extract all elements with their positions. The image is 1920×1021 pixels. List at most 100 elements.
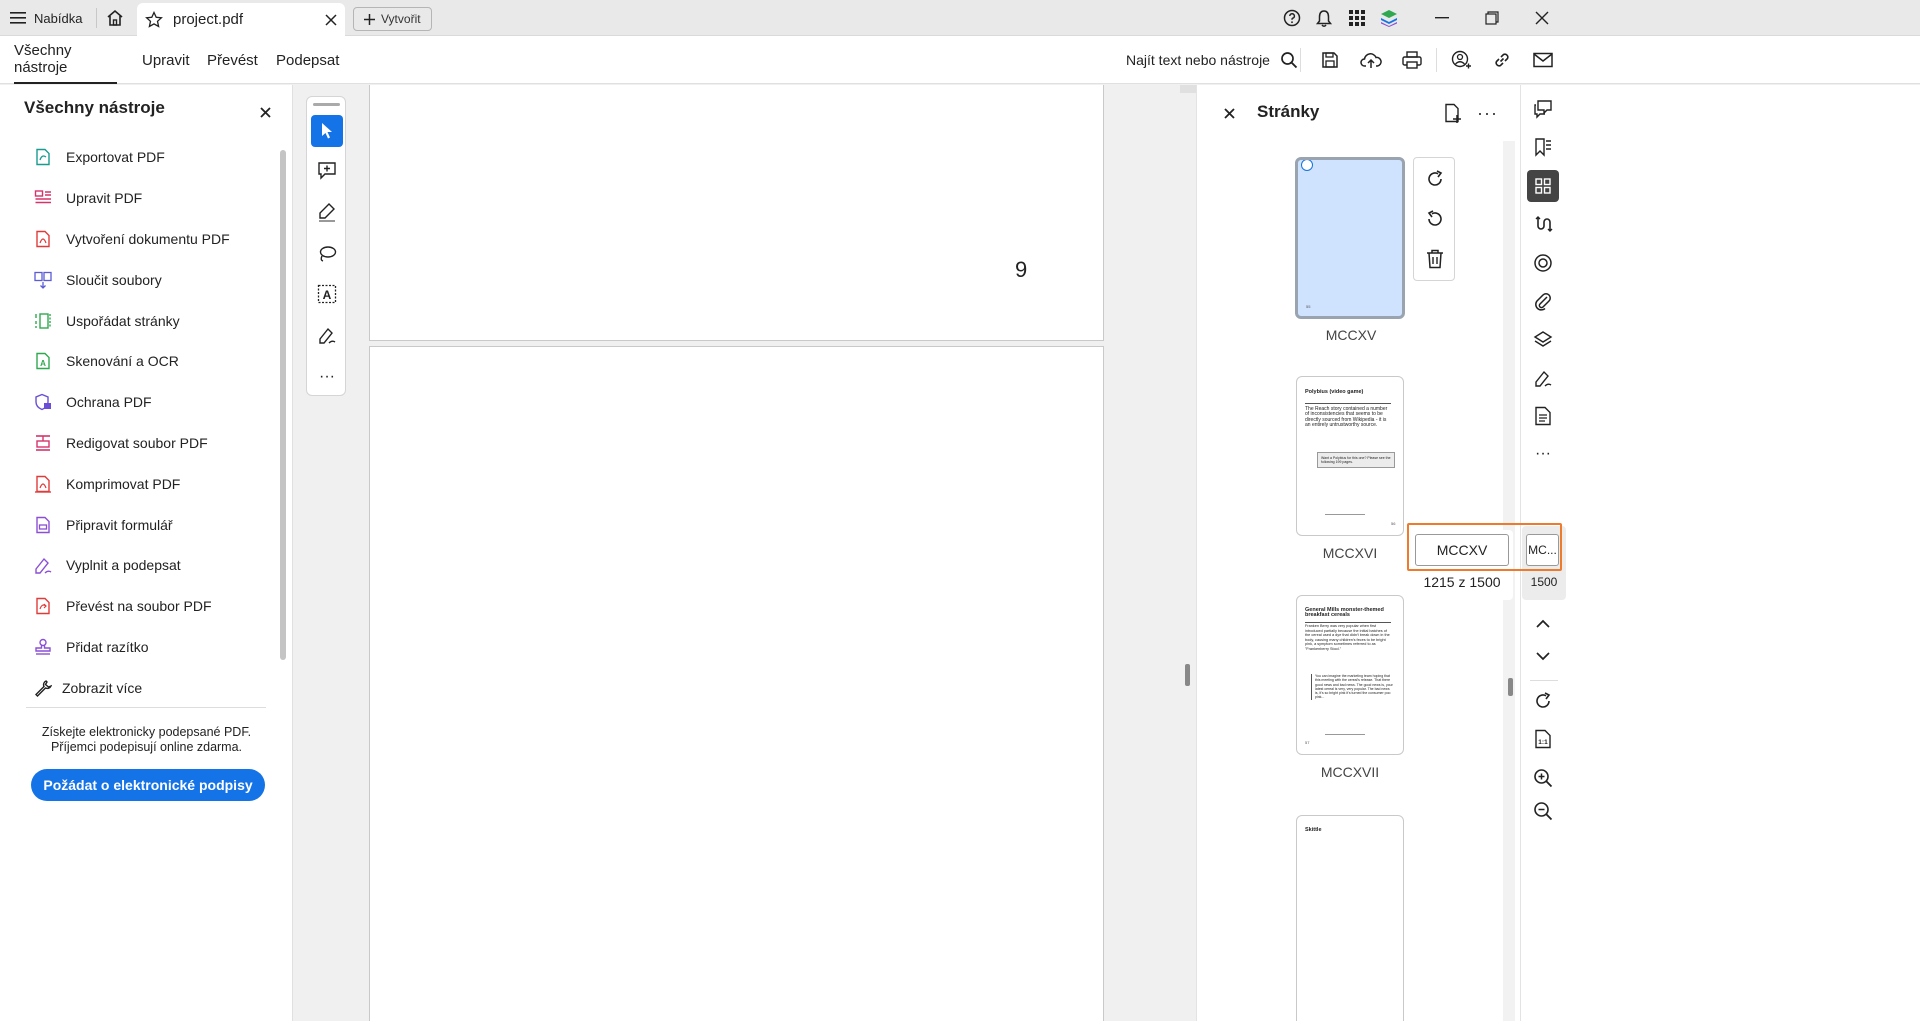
- page-thumbnails-icon[interactable]: [1527, 170, 1559, 202]
- page-thumbnail-selected[interactable]: 55: [1295, 157, 1405, 319]
- tab-all-tools[interactable]: Všechny nástroje: [14, 36, 117, 84]
- tool-item-combine-files[interactable]: Sloučit soubory: [0, 259, 282, 300]
- next-page-icon[interactable]: [1527, 640, 1559, 672]
- minimize-button[interactable]: [1418, 0, 1466, 36]
- tab-sign[interactable]: Podepsat: [276, 36, 339, 84]
- page-thumbnail[interactable]: Polybius (video game) The Reach story co…: [1296, 376, 1404, 536]
- tool-item-export-pdf[interactable]: Exportovat PDF: [0, 137, 282, 178]
- tool-item-fill-sign[interactable]: Vyplnit a podepsat: [0, 545, 282, 586]
- tool-item-redact-pdf[interactable]: Redigovat soubor PDF: [0, 423, 282, 464]
- tool-item-label: Uspořádat stránky: [66, 312, 180, 329]
- target-icon[interactable]: [1527, 247, 1559, 279]
- promo-line-2: Příjemci podepisují online zdarma.: [50, 740, 243, 754]
- more-rail-options-icon[interactable]: ···: [1527, 438, 1559, 470]
- tool-item-organize-pages[interactable]: Uspořádat stránky: [0, 300, 282, 341]
- tool-item-convert-pdf[interactable]: Převést na soubor PDF: [0, 586, 282, 627]
- zoom-in-icon[interactable]: [1527, 762, 1559, 794]
- page-number-input[interactable]: MCCXV: [1415, 534, 1509, 566]
- compress-pdf-icon: [34, 475, 52, 493]
- drag-handle[interactable]: [313, 103, 340, 106]
- bookmarks-icon[interactable]: [1527, 131, 1559, 163]
- tool-item-scan-ocr[interactable]: A Skenování a OCR: [0, 341, 282, 382]
- compare-icon[interactable]: [1527, 208, 1559, 240]
- tool-item-edit-pdf[interactable]: Upravit PDF: [0, 178, 282, 219]
- tool-item-wrench[interactable]: Zobrazit více: [0, 667, 282, 708]
- email-icon[interactable]: [1532, 49, 1554, 71]
- document-scrollbar-thumb[interactable]: [1185, 664, 1190, 686]
- layers-app-icon[interactable]: [1379, 8, 1399, 28]
- promo-text: Získejte elektronicky podepsané PDF. Pří…: [0, 725, 293, 755]
- pages-more-options-icon[interactable]: ···: [1477, 103, 1498, 124]
- more-tools-icon[interactable]: ···: [311, 361, 343, 393]
- tool-item-protect-pdf[interactable]: Ochrana PDF: [0, 382, 282, 423]
- rotate-view-icon[interactable]: [1527, 685, 1559, 717]
- tab-edit[interactable]: Upravit: [142, 36, 190, 84]
- pages-scrollbar-thumb[interactable]: [1508, 678, 1513, 696]
- previous-page-icon[interactable]: [1527, 607, 1559, 639]
- tool-item-prepare-form[interactable]: Připravit formulář: [0, 504, 282, 545]
- highlight-tool-button[interactable]: [311, 196, 343, 228]
- menu-button[interactable]: Nabídka: [10, 0, 82, 36]
- close-tab-icon[interactable]: [325, 13, 337, 26]
- close-tools-panel-icon[interactable]: [255, 102, 275, 122]
- request-esignatures-button[interactable]: Požádat o elektronické podpisy: [31, 769, 265, 801]
- page-thumbnail[interactable]: Skittle: [1296, 815, 1404, 1021]
- attachment-icon[interactable]: [1527, 285, 1559, 317]
- fill-sign-pen-icon[interactable]: [1527, 362, 1559, 394]
- pdf-page[interactable]: [369, 85, 1104, 341]
- menu-label: Nabídka: [34, 10, 83, 26]
- tools-scrollbar[interactable]: [280, 150, 286, 660]
- svg-text:A: A: [40, 359, 46, 368]
- insert-page-icon[interactable]: [1443, 103, 1465, 125]
- tool-item-label: Redigovat soubor PDF: [66, 434, 208, 451]
- actual-size-icon[interactable]: 1:1: [1527, 723, 1559, 755]
- save-icon[interactable]: [1319, 49, 1341, 71]
- close-pages-panel-icon[interactable]: [1219, 103, 1239, 123]
- select-tool-button[interactable]: [311, 115, 343, 147]
- rotate-counterclockwise-icon[interactable]: [1424, 208, 1446, 230]
- pdf-page[interactable]: [369, 346, 1104, 1021]
- find-tools-search[interactable]: Najít text nebo nástroje: [1126, 36, 1298, 84]
- close-window-button[interactable]: [1518, 0, 1566, 36]
- tab-convert[interactable]: Převést: [207, 36, 258, 84]
- document-tab[interactable]: project.pdf: [137, 3, 345, 36]
- page-label: MCCXVII: [1320, 764, 1380, 780]
- notifications-icon[interactable]: [1314, 8, 1334, 28]
- tools-list: Exportovat PDF Upravit PDF Vytvoření dokum…: [0, 137, 282, 708]
- scrollbar-track[interactable]: [1180, 85, 1196, 93]
- divider: [1530, 680, 1558, 681]
- star-icon[interactable]: [145, 10, 163, 29]
- tool-item-label: Upravit PDF: [66, 190, 143, 207]
- home-button[interactable]: [100, 0, 130, 36]
- document-properties-icon[interactable]: [1527, 400, 1559, 432]
- selection-radio[interactable]: [1301, 160, 1313, 171]
- add-comment-tool-button[interactable]: [311, 155, 343, 187]
- page-count-text: 1215 z 1500: [1423, 574, 1501, 590]
- help-icon[interactable]: [1282, 8, 1302, 28]
- print-icon[interactable]: [1401, 49, 1423, 71]
- comment-plus-icon: [317, 161, 337, 181]
- link-icon[interactable]: [1491, 49, 1513, 71]
- minimize-icon: [1435, 17, 1449, 19]
- page-thumbnail[interactable]: General Mills monster-themed breakfast c…: [1296, 595, 1404, 755]
- delete-page-icon[interactable]: [1424, 248, 1446, 270]
- draw-tool-button[interactable]: [311, 237, 343, 269]
- layers-icon[interactable]: [1527, 324, 1559, 356]
- restore-button[interactable]: [1468, 0, 1516, 36]
- tool-item-create-pdf[interactable]: Vytvoření dokumentu PDF: [0, 219, 282, 260]
- share-user-icon[interactable]: [1450, 49, 1472, 71]
- cloud-upload-icon[interactable]: [1360, 49, 1382, 71]
- text-box-tool-button[interactable]: A: [311, 278, 343, 310]
- tool-item-label: Vyplnit a podepsat: [66, 557, 181, 574]
- rotate-clockwise-icon[interactable]: [1424, 168, 1446, 190]
- tool-item-stamp[interactable]: Přidat razítko: [0, 627, 282, 668]
- rail-page-input[interactable]: MC...: [1526, 534, 1559, 566]
- sign-tool-button[interactable]: [311, 319, 343, 351]
- divider: [1300, 48, 1301, 72]
- title-bar: Nabídka project.pdf Vytvořit: [0, 0, 1920, 36]
- tool-item-compress-pdf[interactable]: Komprimovat PDF: [0, 463, 282, 504]
- comments-icon[interactable]: [1527, 93, 1559, 125]
- zoom-out-icon[interactable]: [1527, 795, 1559, 827]
- apps-grid-icon[interactable]: [1347, 8, 1367, 28]
- create-button[interactable]: Vytvořit: [353, 7, 432, 31]
